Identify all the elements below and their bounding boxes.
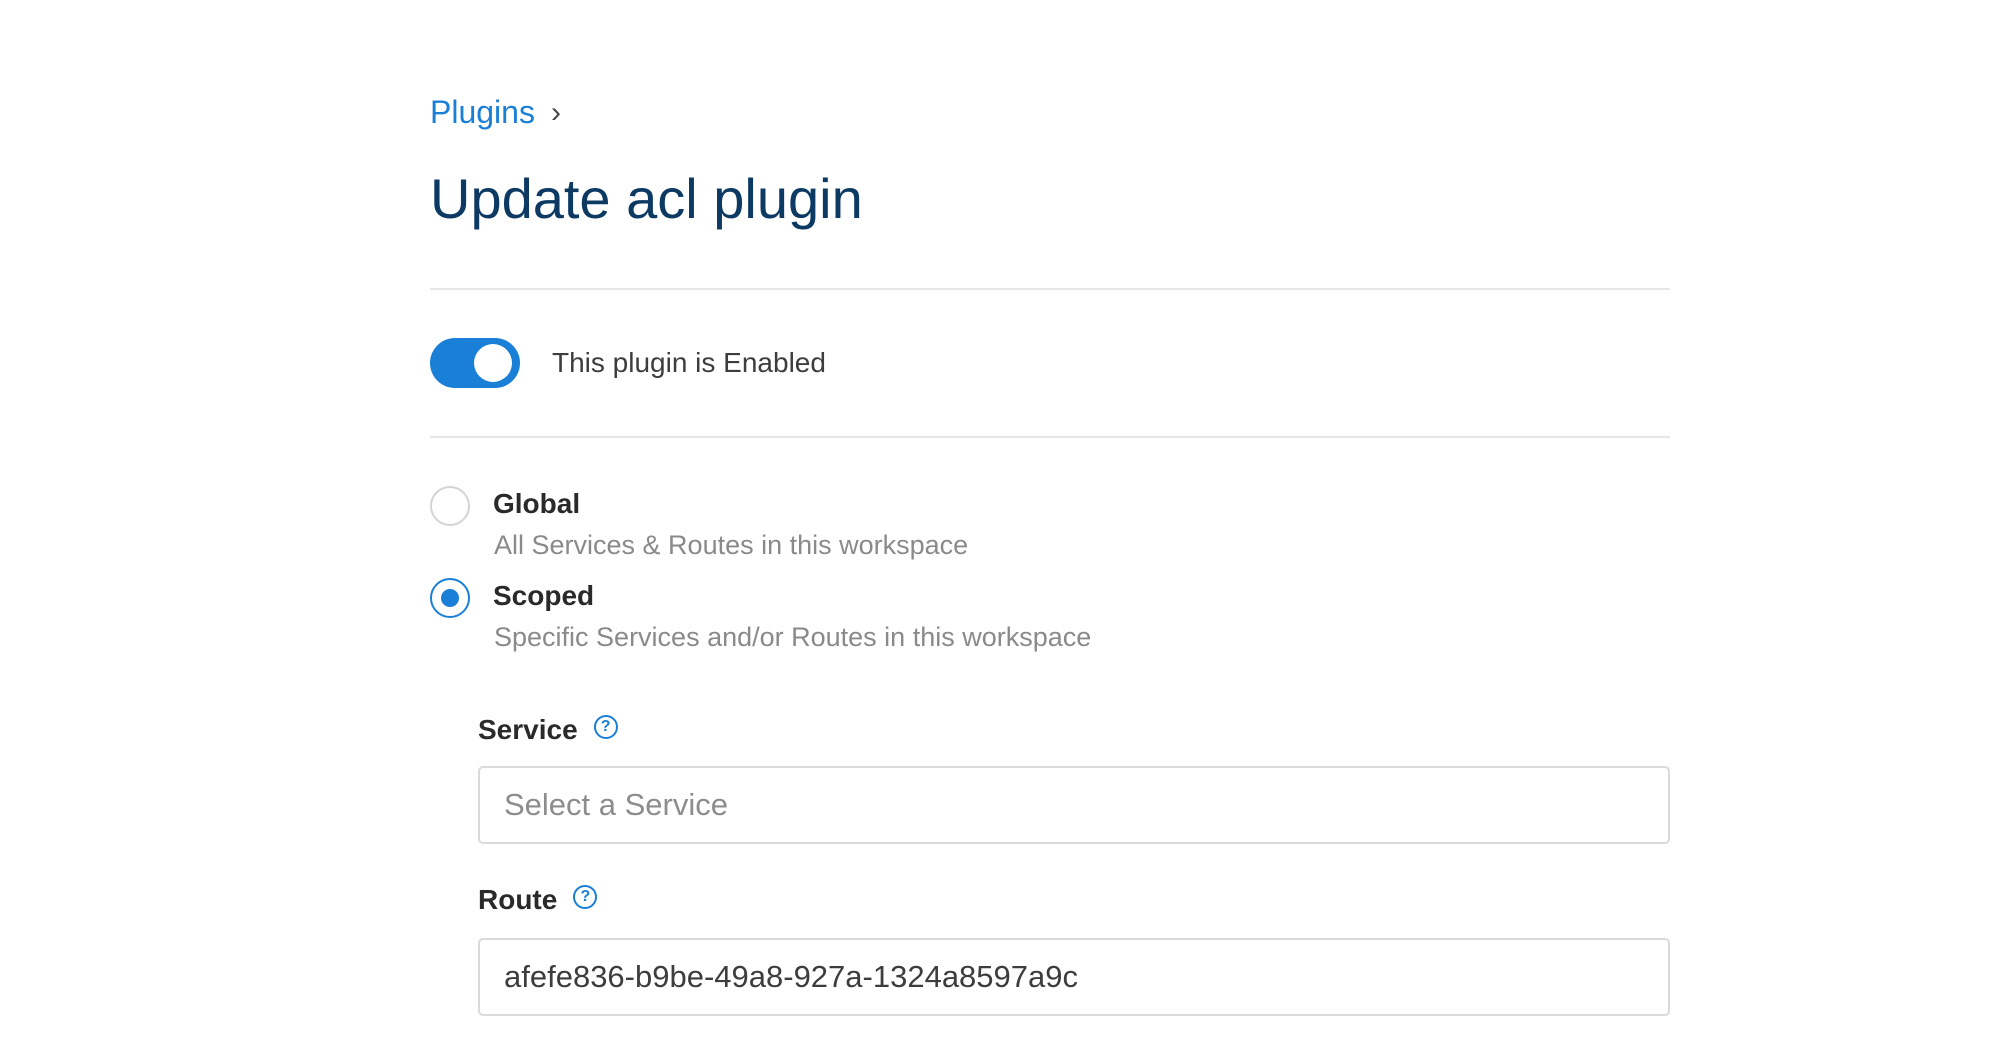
- chevron-right-icon: ›: [550, 95, 561, 129]
- divider: [430, 436, 1670, 438]
- help-icon[interactable]: ?: [593, 715, 618, 739]
- service-label-text: Service: [478, 714, 578, 745]
- route-label-text: Route: [478, 884, 558, 915]
- breadcrumb-plugins-link[interactable]: Plugins: [430, 94, 535, 131]
- toggle-knob: [474, 344, 512, 382]
- radio-global[interactable]: [430, 486, 470, 526]
- route-field-label: Route ?: [478, 884, 598, 916]
- scope-option-scoped[interactable]: Scoped Specific Services and/or Routes i…: [430, 576, 1430, 656]
- route-input[interactable]: [478, 938, 1670, 1016]
- plugin-enabled-toggle[interactable]: [430, 338, 520, 388]
- scope-option-title: Global: [493, 488, 581, 519]
- breadcrumb: Plugins ›: [430, 94, 561, 131]
- radio-scoped[interactable]: [430, 578, 470, 618]
- scope-option-description: All Services & Routes in this workspace: [494, 530, 969, 560]
- service-field-label: Service ?: [478, 714, 618, 746]
- page-title: Update acl plugin: [430, 167, 863, 230]
- divider: [430, 288, 1670, 290]
- plugin-enabled-row: This plugin is Enabled: [430, 338, 826, 388]
- help-icon[interactable]: ?: [573, 885, 598, 909]
- scope-option-description: Specific Services and/or Routes in this …: [494, 622, 1092, 652]
- radio-selected-dot: [441, 589, 459, 607]
- scope-option-global[interactable]: Global All Services & Routes in this wor…: [430, 484, 1430, 564]
- scope-option-title: Scoped: [493, 580, 595, 611]
- service-select-input[interactable]: [478, 766, 1670, 844]
- plugin-enabled-label: This plugin is Enabled: [552, 347, 826, 378]
